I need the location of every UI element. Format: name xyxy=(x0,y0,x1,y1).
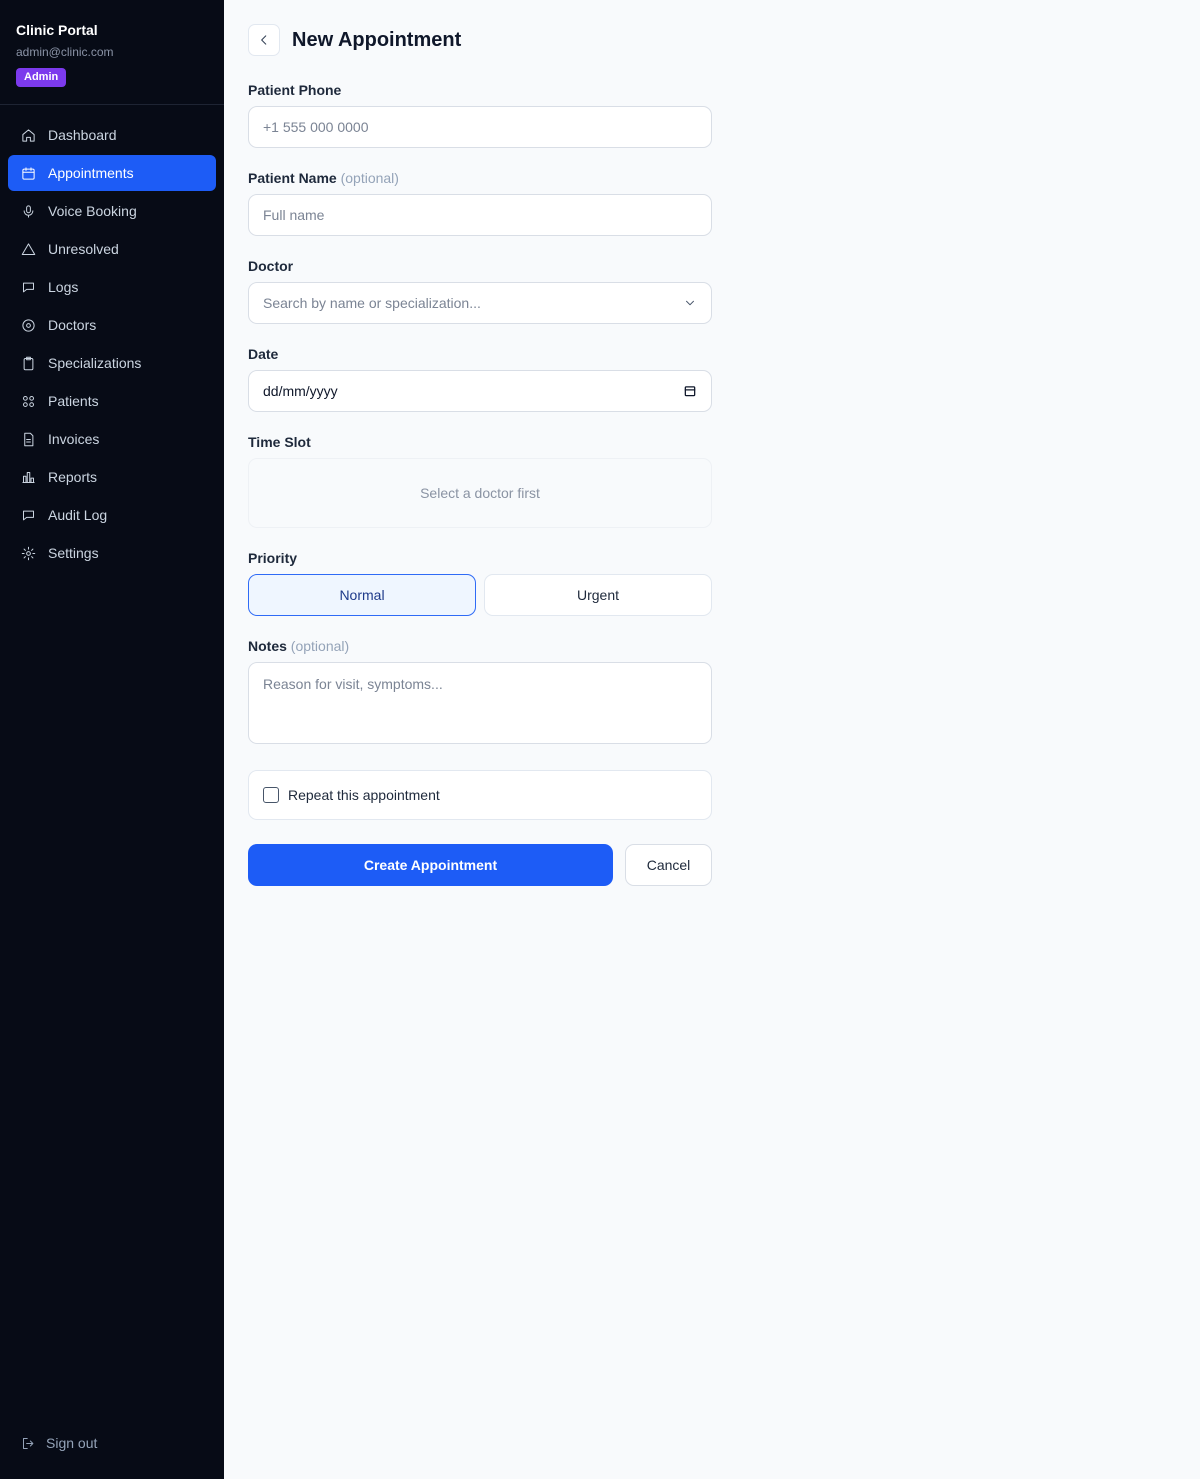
priority-toggle: Normal Urgent xyxy=(248,574,712,616)
doctor-select-placeholder: Search by name or specialization... xyxy=(263,295,481,311)
patient-phone-label: Patient Phone xyxy=(248,82,342,98)
time-slot-empty-text: Select a doctor first xyxy=(420,485,540,501)
sidebar-item-label: Settings xyxy=(48,545,99,561)
sidebar-item-logs[interactable]: Logs xyxy=(8,269,216,305)
sidebar-item-voice-booking[interactable]: Voice Booking xyxy=(8,193,216,229)
doctor-label: Doctor xyxy=(248,258,294,274)
calendar-icon xyxy=(20,165,36,181)
chevron-down-icon xyxy=(686,300,694,306)
time-slot-panel: Select a doctor first xyxy=(248,458,712,528)
sidebar-item-label: Audit Log xyxy=(48,507,108,523)
sidebar-item-label: Unresolved xyxy=(48,241,119,257)
patient-name-label: Patient Name (optional) xyxy=(248,170,712,186)
sidebar-item-label: Reports xyxy=(48,469,98,485)
time-slot-label: Time Slot xyxy=(248,434,311,450)
repeat-option: Repeat this appointment xyxy=(248,770,712,820)
microphone-icon xyxy=(20,203,36,219)
notes-label: Notes (optional) xyxy=(248,638,712,654)
sidebar-item-label: Specializations xyxy=(48,355,142,371)
page-header: New Appointment xyxy=(248,24,712,56)
gear-icon xyxy=(20,545,36,561)
sidebar-item-label: Doctors xyxy=(48,317,97,333)
sidebar-item-label: Voice Booking xyxy=(48,203,137,219)
sidebar-item-appointments[interactable]: Appointments xyxy=(8,155,216,191)
repeat-label: Repeat this appointment xyxy=(288,787,440,803)
sign-out-button[interactable]: Sign out xyxy=(20,1435,97,1451)
patient-name-input[interactable]: Full name xyxy=(248,194,712,236)
sidebar-item-doctors[interactable]: Doctors xyxy=(8,307,216,343)
users-icon xyxy=(20,393,36,409)
sidebar-item-label: Logs xyxy=(48,279,79,295)
sidebar-item-specializations[interactable]: Specializations xyxy=(8,345,216,381)
sidebar-item-audit-log[interactable]: Audit Log xyxy=(8,497,216,533)
priority-normal-button[interactable]: Normal xyxy=(248,574,476,616)
role-badge: Admin xyxy=(16,68,67,87)
sidebar-item-invoices[interactable]: Invoices xyxy=(8,421,216,457)
sidebar-item-patients[interactable]: Patients xyxy=(8,383,216,419)
patient-phone-placeholder: +1 555 000 0000 xyxy=(263,119,369,135)
sidebar-item-label: Patients xyxy=(48,393,99,409)
optional-hint: (optional) xyxy=(340,170,399,186)
priority-label: Priority xyxy=(248,550,298,566)
create-appointment-button[interactable]: Create Appointment xyxy=(248,844,613,886)
patient-phone-input[interactable]: +1 555 000 0000 xyxy=(248,106,712,148)
cancel-button[interactable]: Cancel xyxy=(625,844,712,886)
patient-name-placeholder: Full name xyxy=(263,207,325,223)
sidebar-item-label: Dashboard xyxy=(48,127,117,143)
appointment-form: New Appointment Patient Phone +1 555 000… xyxy=(248,24,712,886)
notes-label-text: Notes xyxy=(248,638,287,654)
sign-out-label: Sign out xyxy=(46,1435,98,1451)
chevron-left-icon xyxy=(261,35,267,45)
form-actions: Create Appointment Cancel xyxy=(248,844,712,886)
sidebar: Clinic Portal admin@clinic.com Admin Das… xyxy=(0,0,224,1479)
date-input-value: dd/mm/yyyy xyxy=(263,383,338,399)
doctor-select[interactable]: Search by name or specialization... xyxy=(248,282,712,324)
sidebar-item-unresolved[interactable]: Unresolved xyxy=(8,231,216,267)
patient-name-label-text: Patient Name xyxy=(248,170,337,186)
stethoscope-icon xyxy=(20,317,36,333)
sidebar-item-label: Appointments xyxy=(48,165,134,181)
user-email: admin@clinic.com xyxy=(16,45,114,59)
optional-hint: (optional) xyxy=(290,638,350,654)
file-text-icon xyxy=(20,431,36,447)
sidebar-item-label: Invoices xyxy=(48,431,100,447)
warning-triangle-icon xyxy=(20,241,36,257)
page-title: New Appointment xyxy=(292,28,462,51)
sidebar-item-reports[interactable]: Reports xyxy=(8,459,216,495)
message-icon xyxy=(20,507,36,523)
sign-out-icon xyxy=(20,1435,36,1451)
sidebar-item-dashboard[interactable]: Dashboard xyxy=(8,117,216,153)
date-input[interactable]: dd/mm/yyyy xyxy=(248,370,712,412)
message-icon xyxy=(20,279,36,295)
notes-textarea[interactable]: Reason for visit, symptoms... xyxy=(248,662,712,744)
repeat-checkbox[interactable] xyxy=(263,787,279,803)
brand: Clinic Portal admin@clinic.com Admin xyxy=(0,0,224,105)
date-label: Date xyxy=(248,346,279,362)
priority-urgent-button[interactable]: Urgent xyxy=(484,574,712,616)
back-button[interactable] xyxy=(248,24,280,56)
notes-placeholder: Reason for visit, symptoms... xyxy=(263,676,443,692)
calendar-icon[interactable] xyxy=(683,384,697,398)
sidebar-item-settings[interactable]: Settings xyxy=(8,535,216,571)
app-title: Clinic Portal xyxy=(16,22,98,38)
sidebar-nav: Dashboard Appointments Voice Booking Unr… xyxy=(8,117,216,573)
home-icon xyxy=(20,127,36,143)
bar-chart-icon xyxy=(20,469,36,485)
clipboard-icon xyxy=(20,355,36,371)
